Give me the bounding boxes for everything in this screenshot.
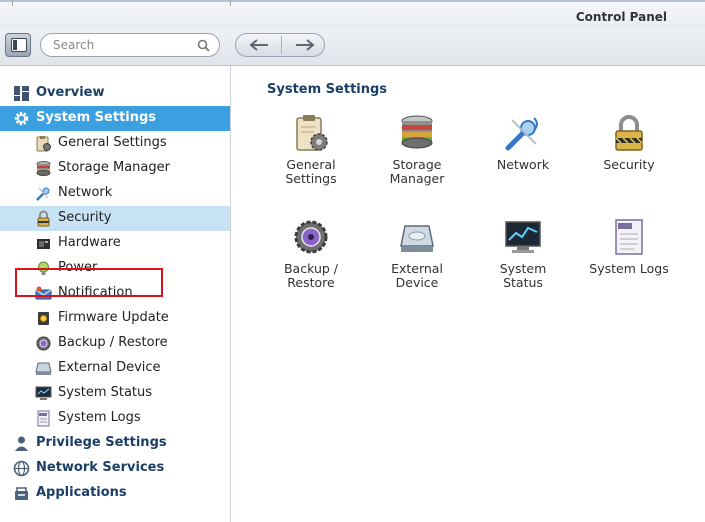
clipboard-gear-icon: [36, 136, 51, 152]
sidebar-item-security[interactable]: Security: [0, 206, 230, 231]
search-input[interactable]: [53, 37, 188, 53]
external-drive-icon: [400, 225, 434, 252]
grid-icon: [14, 86, 29, 101]
sidebar-item-storage-manager[interactable]: Storage Manager: [0, 156, 230, 181]
external-drive-icon: [35, 362, 52, 375]
sidebar-item-network[interactable]: Network: [0, 181, 230, 206]
search-icon[interactable]: [197, 39, 210, 52]
tile-label-line2: Manager: [389, 171, 445, 186]
tab-edge: [12, 0, 13, 6]
sidebar-item-system-status[interactable]: System Status: [0, 381, 230, 406]
tile-security[interactable]: Security: [579, 114, 679, 204]
sidebar-item-label: Overview: [36, 85, 105, 100]
sidebar-item-label: Hardware: [58, 235, 121, 250]
sidebar-item-notification[interactable]: Notification: [0, 281, 230, 306]
tile-system-status[interactable]: System Status: [473, 218, 573, 308]
section-title: System Settings: [267, 82, 388, 97]
tile-label-line2: Status: [503, 275, 543, 290]
sidebar-item-label: System Logs: [58, 410, 141, 425]
sidebar-item-label: Privilege Settings: [36, 435, 167, 450]
user-icon: [15, 436, 28, 451]
tile-label-line1: Security: [603, 157, 655, 172]
sidebar-layout-icon: [11, 38, 27, 52]
tile-label-line2: Device: [395, 275, 439, 290]
main-panel: System Settings General Settings Storage…: [232, 66, 705, 522]
tile-system-logs[interactable]: System Logs: [579, 218, 679, 308]
sidebar-item-label: Backup / Restore: [58, 335, 168, 350]
tile-label-line1: System Logs: [589, 261, 669, 276]
tile-label-line1: General: [286, 157, 336, 172]
disk-stack-icon: [401, 115, 433, 149]
tile-general-settings[interactable]: General Settings: [261, 114, 361, 204]
window-title: Control Panel: [575, 10, 667, 24]
firmware-icon: [38, 312, 49, 325]
network-plug-icon: [36, 187, 50, 201]
gear-icon: [14, 111, 29, 126]
sidebar-item-label: Network Services: [36, 460, 165, 475]
disk-stack-icon: [36, 161, 51, 176]
sidebar-item-label: Applications: [36, 485, 127, 500]
monitor-icon: [505, 221, 541, 253]
notification-icon: [35, 286, 52, 300]
tile-label-line1: External: [391, 261, 443, 276]
sidebar-item-label: System Status: [58, 385, 153, 400]
sidebar-item-label: Power: [58, 260, 98, 275]
tile-storage-manager[interactable]: Storage Manager: [367, 114, 467, 204]
monitor-icon: [35, 386, 52, 400]
sidebar-item-label: Firmware Update: [58, 310, 169, 325]
history-nav: [235, 33, 325, 57]
search-box[interactable]: [40, 33, 220, 57]
sidebar-item-applications[interactable]: Applications: [0, 481, 230, 506]
back-button[interactable]: [236, 34, 281, 56]
forward-button[interactable]: [282, 34, 324, 56]
clipboard-gear-icon: [296, 115, 328, 151]
sidebar: Overview System Settings General Setting…: [0, 66, 231, 522]
applications-icon: [15, 487, 28, 500]
toolbar: [0, 28, 705, 66]
tile-label-line1: Network: [496, 157, 550, 172]
tile-backup-restore[interactable]: Backup / Restore: [261, 218, 361, 308]
tile-external-device[interactable]: External Device: [367, 218, 467, 308]
window-titlebar: Control Panel: [0, 0, 705, 28]
sidebar-item-system-logs[interactable]: System Logs: [0, 406, 230, 431]
arrow-right-icon: [296, 39, 315, 51]
sidebar-item-privilege-settings[interactable]: Privilege Settings: [0, 431, 230, 456]
sidebar-item-firmware-update[interactable]: Firmware Update: [0, 306, 230, 331]
tab-edge: [230, 0, 231, 6]
globe-icon: [13, 460, 30, 477]
backup-icon: [294, 220, 328, 254]
log-document-icon: [615, 219, 643, 255]
network-plug-icon: [505, 117, 538, 151]
bulb-icon: [38, 261, 49, 275]
view-toggle-button[interactable]: [5, 33, 31, 57]
tile-label-line2: Settings: [285, 171, 337, 186]
sidebar-item-system-settings[interactable]: System Settings: [0, 106, 230, 131]
sidebar-item-backup-restore[interactable]: Backup / Restore: [0, 331, 230, 356]
sidebar-item-external-device[interactable]: External Device: [0, 356, 230, 381]
sidebar-item-label: Network: [58, 185, 113, 200]
sidebar-item-hardware[interactable]: Hardware: [0, 231, 230, 256]
tile-label-line2: Restore: [287, 275, 335, 290]
sidebar-item-label: Notification: [58, 285, 133, 300]
sidebar-item-label: External Device: [58, 360, 161, 375]
sidebar-item-network-services[interactable]: Network Services: [0, 456, 230, 481]
tile-label-line1: Backup /: [283, 261, 338, 276]
sidebar-item-label: Security: [58, 210, 112, 225]
lock-icon: [37, 210, 50, 227]
tile-label-line1: Storage: [392, 157, 442, 172]
arrow-left-icon: [249, 39, 268, 51]
log-document-icon: [37, 410, 50, 427]
tile-network[interactable]: Network: [473, 114, 573, 204]
hardware-chip-icon: [37, 239, 50, 249]
backup-icon: [36, 336, 51, 351]
tile-label-line1: System: [499, 261, 547, 276]
sidebar-item-general-settings[interactable]: General Settings: [0, 131, 230, 156]
sidebar-item-power[interactable]: Power: [0, 256, 230, 281]
sidebar-item-label: Storage Manager: [58, 160, 170, 175]
sidebar-item-overview[interactable]: Overview: [0, 81, 230, 106]
sidebar-item-label: General Settings: [58, 135, 167, 150]
lock-icon: [615, 115, 643, 151]
sidebar-item-label: System Settings: [36, 110, 157, 125]
